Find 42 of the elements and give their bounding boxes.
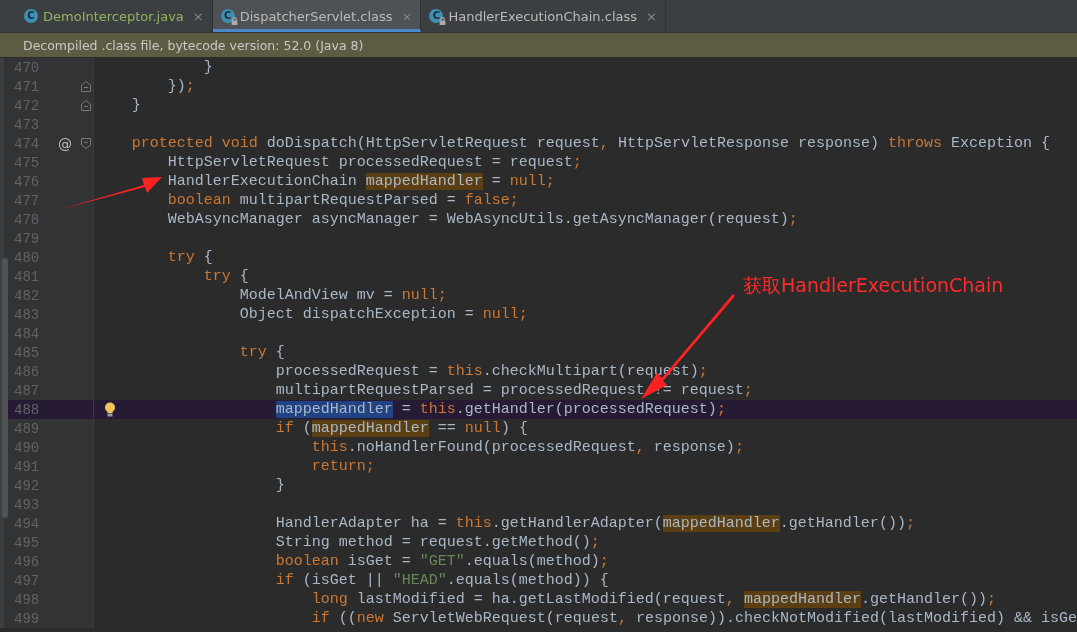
code-line: } (274, 477, 285, 494)
code-line: WebAsyncManager asyncManager = WebAsyncUtils.getAsyncManager(request); (166, 211, 798, 228)
code-line: try { (238, 344, 285, 361)
code-line: Object dispatchException = null; (238, 306, 528, 323)
code-line: if ((new ServletWebRequest(request, response)).checkNotModified(lastModified) && isGe (310, 610, 1077, 627)
fold-icon[interactable] (80, 100, 91, 111)
code-line: HandlerAdapter ha = this.getHandlerAdapter(mappedHandler.getHandler()); (274, 515, 915, 532)
editor-tab[interactable]: C HandlerExecutionChain.class × (421, 0, 666, 32)
code-line: long lastModified = ha.getLastModified(request, mappedHandler.getHandler()); (310, 591, 996, 608)
code-line: }); (166, 78, 195, 95)
line-number: 488 (13, 401, 40, 418)
code-line: } (202, 59, 213, 76)
code-line: HttpServletRequest processedRequest = request; (166, 154, 582, 171)
code-line: try { (166, 249, 213, 266)
class-file-icon: C (429, 9, 444, 23)
close-icon[interactable]: × (401, 8, 413, 24)
override-marker[interactable]: @ (58, 135, 73, 152)
code-line: return; (310, 458, 375, 475)
code-line: if (mappedHandler == null) { (274, 420, 528, 437)
editor-tab[interactable]: C DemoInterceptor.java × (16, 0, 213, 32)
code-line: try { (202, 268, 249, 285)
code-line: boolean isGet = "GET".equals(method); (274, 553, 609, 570)
code-line: this.noHandlerFound(processedRequest, response); (310, 439, 744, 456)
fold-icon[interactable] (80, 138, 91, 149)
decompiled-banner: Decompiled .class file, bytecode version: 52.0 (Java 8) (0, 33, 1077, 57)
class-file-icon: C (24, 9, 38, 23)
code-line: boolean multipartRequestParsed = false; (166, 192, 519, 209)
annotation-text: 获取HandlerExecutionChain (743, 273, 1004, 298)
scrollbar-thumb[interactable] (2, 258, 8, 518)
code-line: ModelAndView mv = null; (238, 287, 447, 304)
code-line: mappedHandler = this.getHandler(processedRequest); (274, 401, 726, 418)
code-line: } (130, 97, 141, 114)
fold-icon[interactable] (80, 81, 91, 92)
close-icon[interactable]: × (646, 8, 657, 24)
lightbulb-icon[interactable] (103, 402, 116, 417)
close-icon[interactable]: × (192, 8, 204, 24)
code-line: String method = request.getMethod(); (274, 534, 600, 551)
code-line: protected void doDispatch(HttpServletRequest request, HttpServletResponse response) throws Exception { (130, 135, 1050, 152)
class-file-icon: C (220, 9, 235, 23)
code-line: HandlerExecutionChain mappedHandler = null; (166, 173, 555, 190)
code-line: if (isGet || "HEAD".equals(method)) { (274, 572, 609, 589)
editor-tab[interactable]: C DispatcherServlet.class × (212, 0, 422, 32)
